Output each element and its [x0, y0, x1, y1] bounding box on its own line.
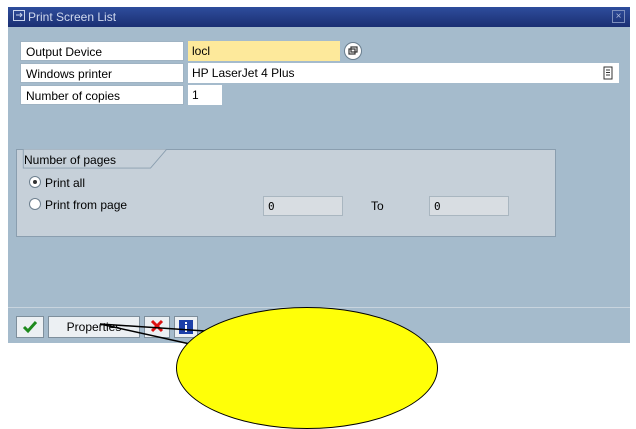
continue-button[interactable]	[16, 316, 44, 338]
title-bar: Print Screen List ×	[8, 7, 630, 27]
to-page-field: 0	[429, 196, 509, 216]
output-device-label: Output Device	[20, 41, 184, 61]
group-title: Number of pages	[24, 153, 117, 167]
callout-balloon	[176, 307, 438, 429]
print-all-label: Print all	[45, 176, 86, 190]
to-label: To	[371, 199, 384, 213]
from-page-field: 0	[263, 196, 343, 216]
copies-input[interactable]: 1	[188, 85, 222, 105]
device-lookup-button[interactable]	[344, 42, 362, 60]
copies-label: Number of copies	[20, 85, 184, 105]
print-from-radio[interactable]	[29, 198, 41, 210]
windows-printer-select[interactable]: HP LaserJet 4 Plus	[188, 63, 619, 83]
print-from-label: Print from page	[45, 198, 128, 212]
number-of-pages-group: Number of pages Print all Print from pag…	[16, 149, 556, 237]
windows-printer-label: Windows printer	[20, 63, 184, 83]
close-icon[interactable]: ×	[612, 10, 625, 23]
dialog-title: Print Screen List	[28, 10, 117, 24]
checkmark-icon	[22, 321, 38, 334]
print-list-icon	[13, 10, 25, 21]
possible-entries-icon	[348, 46, 358, 55]
print-screen-list-dialog: Print Screen List × Output Device locl W…	[8, 7, 630, 343]
print-all-radio[interactable]	[29, 176, 41, 188]
output-device-field[interactable]: locl	[188, 41, 340, 61]
dropdown-icon[interactable]	[602, 66, 614, 80]
